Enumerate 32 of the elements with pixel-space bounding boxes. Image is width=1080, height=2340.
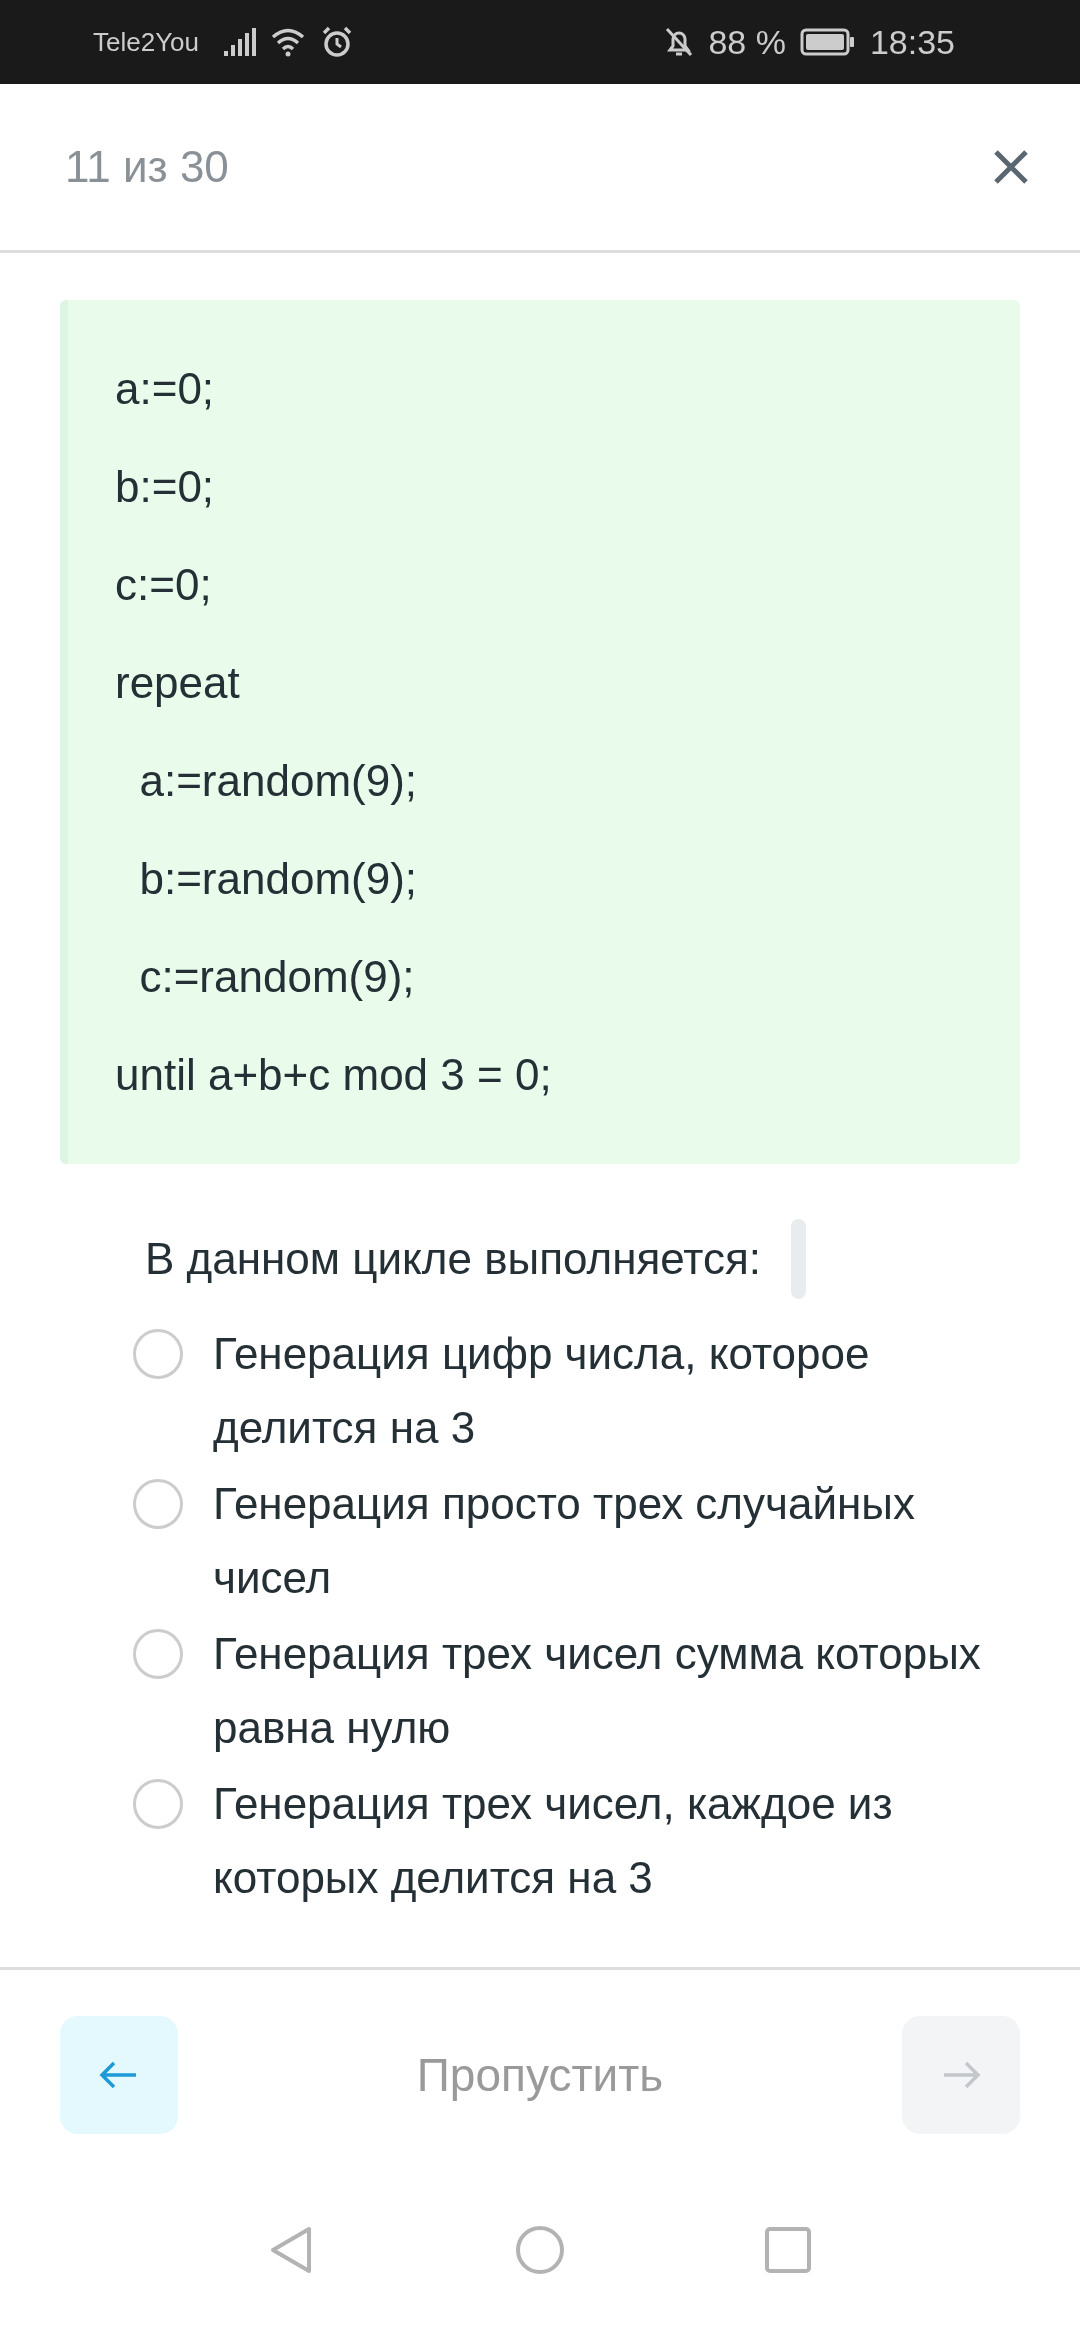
code-line: a:=random(9); <box>138 755 419 807</box>
skip-button[interactable]: Пропустить <box>410 2047 670 2103</box>
option-label: Генерация просто трех случайных чисел <box>213 1478 916 1604</box>
code-line: until a+b+c mod 3 = 0; <box>115 1049 553 1101</box>
clock: 18:35 <box>869 22 955 62</box>
option-label: Генерация трех чисел, каждое из которых делится на 3 <box>213 1778 894 1904</box>
back-button[interactable] <box>60 2016 178 2134</box>
radio-button[interactable] <box>133 1779 183 1829</box>
option-label: Генерация цифр числа, которое делится на 3 <box>213 1328 871 1454</box>
close-icon[interactable] <box>992 148 1030 186</box>
question-text: В данном цикле выполняется: <box>145 1234 761 1284</box>
option-label: Генерация трех чисел сумма которых равна нулю <box>213 1628 982 1754</box>
code-line: c:=random(9); <box>138 951 416 1003</box>
battery-icon <box>799 28 856 56</box>
question-counter: 11 из 30 <box>65 142 229 192</box>
bell-off-icon <box>664 26 695 58</box>
alarm-icon <box>321 26 354 58</box>
radio-button[interactable] <box>133 1479 183 1529</box>
radio-button[interactable] <box>133 1629 183 1679</box>
battery-percent: 88 % <box>708 22 786 62</box>
arrow-left-icon <box>99 2060 139 2090</box>
code-line: repeat <box>115 657 241 709</box>
arrow-right-icon <box>941 2060 981 2090</box>
carrier-name: Tele2You <box>93 26 200 58</box>
code-line: c:=0; <box>115 559 213 611</box>
radio-button[interactable] <box>133 1329 183 1379</box>
recents-nav-icon[interactable] <box>765 2227 811 2273</box>
signal-icon <box>223 27 258 57</box>
code-line: b:=random(9); <box>138 853 419 905</box>
code-line: a:=0; <box>115 363 216 415</box>
code-line: b:=0; <box>115 461 216 513</box>
home-nav-icon[interactable] <box>515 2225 565 2275</box>
